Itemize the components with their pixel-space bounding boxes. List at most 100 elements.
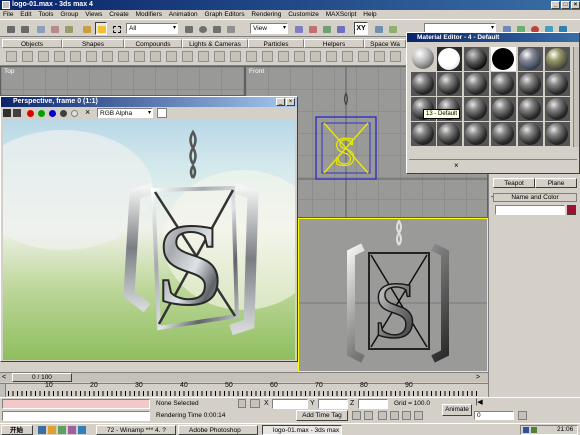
save-bitmap-icon[interactable] [3, 109, 11, 117]
sample-slot-3[interactable] [464, 47, 489, 71]
close-button[interactable]: × [571, 1, 580, 9]
menu-group[interactable]: Group [60, 11, 78, 18]
sample-slot-12[interactable] [545, 72, 570, 96]
restrict-z-icon[interactable] [334, 22, 346, 35]
sample-slot-19[interactable] [411, 122, 436, 146]
rollout-toggle-icon[interactable]: - [491, 194, 493, 201]
time-next-arrow-icon[interactable]: > [476, 374, 484, 382]
sample-slot-1[interactable] [411, 47, 435, 69]
sample-slot-22[interactable] [491, 122, 516, 146]
tool-icon[interactable] [38, 51, 49, 62]
lock-selection-icon[interactable] [238, 399, 246, 408]
menu-file[interactable]: File [3, 11, 13, 18]
sample-slot-18[interactable] [545, 97, 570, 121]
quick-launch-icon[interactable] [38, 426, 46, 434]
tool-icon[interactable] [118, 51, 129, 62]
menu-views[interactable]: Views [85, 11, 102, 18]
select-and-rotate-icon[interactable] [196, 22, 208, 35]
quick-launch-icon[interactable] [78, 426, 86, 434]
squash-icon[interactable] [224, 22, 236, 35]
sample-slot-23[interactable] [518, 122, 543, 146]
tool-icon[interactable] [246, 51, 257, 62]
viewport-top[interactable]: Top [0, 66, 245, 96]
tool-icon[interactable] [86, 51, 97, 62]
current-frame-field[interactable]: 0 [474, 411, 514, 420]
tool-icon[interactable] [374, 51, 385, 62]
tab-shapes[interactable]: Shapes [62, 39, 124, 48]
select-and-move-icon[interactable] [182, 22, 194, 35]
select-by-material-icon[interactable] [560, 161, 571, 171]
tool-icon[interactable] [102, 51, 113, 62]
sample-slot-6[interactable] [545, 47, 570, 71]
menu-maxscript[interactable]: MAXScript [326, 11, 357, 18]
taskbar-3dsmax[interactable]: logo-01.max - 3ds max 4 [262, 425, 342, 435]
sample-slot-7[interactable] [411, 72, 436, 96]
tool-icon[interactable] [214, 51, 225, 62]
restrict-y-icon[interactable] [320, 22, 332, 35]
rectangular-selection-icon[interactable] [110, 22, 122, 35]
sample-slot-8[interactable] [437, 72, 462, 96]
tab-objects[interactable]: Objects [2, 39, 62, 48]
sample-slot-4[interactable] [491, 47, 516, 71]
track-bar[interactable]: 10 20 30 40 50 60 70 80 90 [0, 382, 488, 397]
mirror-icon[interactable] [372, 22, 384, 35]
x-coordinate-field[interactable] [272, 399, 308, 409]
time-slider-thumb[interactable]: 0 / 100 [12, 373, 72, 382]
tool-icon[interactable] [198, 51, 209, 62]
tool-icon[interactable] [278, 51, 289, 62]
maximize-button[interactable]: □ [561, 1, 570, 9]
quick-launch-icon[interactable] [68, 426, 76, 434]
material-effects-channel-icon[interactable] [495, 161, 506, 171]
time-prev-arrow-icon[interactable]: < [2, 374, 10, 382]
z-coordinate-field[interactable] [358, 399, 388, 409]
tool-icon[interactable] [22, 51, 33, 62]
put-material-icon[interactable] [422, 161, 433, 171]
show-map-icon[interactable] [508, 161, 519, 171]
object-name-field[interactable] [495, 205, 565, 215]
taskbar-photoshop[interactable]: Adobe Photoshop [178, 425, 258, 435]
select-object-icon[interactable] [80, 22, 92, 35]
tool-icon[interactable] [6, 51, 17, 62]
menu-tools[interactable]: Tools [38, 11, 53, 18]
quick-launch-icon[interactable] [48, 426, 56, 434]
mono-icon[interactable] [71, 110, 78, 117]
select-and-scale-icon[interactable] [210, 22, 222, 35]
tool-icon[interactable] [182, 51, 193, 62]
go-to-parent-icon[interactable] [534, 161, 545, 171]
reference-coord-dropdown[interactable]: View [250, 23, 288, 34]
tool-icon[interactable] [262, 51, 273, 62]
tray-icon[interactable] [523, 427, 529, 433]
sample-slot-24[interactable] [545, 122, 570, 146]
undo-icon[interactable] [4, 22, 16, 35]
animate-button[interactable]: Animate [442, 404, 472, 416]
make-unique-icon[interactable] [469, 161, 480, 171]
taskbar-winamp[interactable]: 72 - Winamp *** 4. ? [96, 425, 176, 435]
menu-help[interactable]: Help [363, 11, 376, 18]
bind-spacewarp-icon[interactable] [62, 22, 74, 35]
reset-map-icon[interactable]: × [453, 161, 464, 171]
angle-snap-icon[interactable] [390, 411, 399, 420]
sample-slot-5[interactable] [518, 47, 543, 71]
object-color-swatch[interactable] [567, 205, 576, 215]
material-editor-side-toolbar[interactable] [573, 47, 579, 147]
sample-slot-10[interactable] [491, 72, 516, 96]
alpha-channel-icon[interactable] [60, 110, 67, 117]
tool-icon[interactable] [310, 51, 321, 62]
sample-slot-16[interactable] [491, 97, 516, 121]
red-channel-icon[interactable] [27, 110, 34, 117]
green-channel-icon[interactable] [38, 110, 45, 117]
minimize-button[interactable]: _ [551, 1, 560, 9]
tool-icon[interactable] [70, 51, 81, 62]
tool-icon[interactable] [150, 51, 161, 62]
maxscript-listener-mini[interactable] [2, 399, 150, 409]
sample-slot-21[interactable] [464, 122, 489, 146]
time-slider[interactable]: < 0 / 100 > [0, 372, 488, 382]
assign-material-icon[interactable] [435, 161, 446, 171]
percent-snap-icon[interactable] [402, 411, 411, 420]
time-config-icon[interactable] [518, 411, 527, 420]
add-time-tag-button[interactable]: Add Time Tag [296, 410, 348, 421]
tab-compounds[interactable]: Compounds [124, 39, 182, 48]
tool-icon[interactable] [326, 51, 337, 62]
sample-slot-17[interactable] [518, 97, 543, 121]
channel-dropdown[interactable]: RGB Alpha [97, 108, 153, 118]
